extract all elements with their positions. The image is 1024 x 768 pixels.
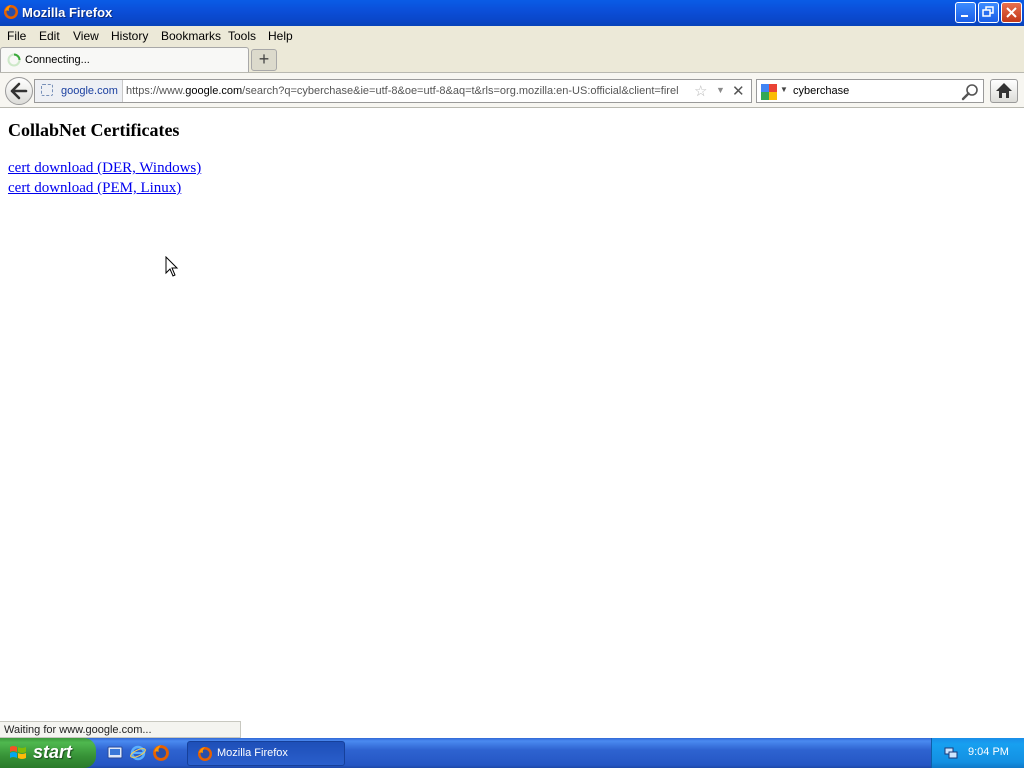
tab-strip: Connecting... +: [0, 46, 1024, 72]
back-button[interactable]: [5, 77, 33, 105]
windows-flag-icon: [10, 746, 26, 759]
status-bar: Waiting for www.google.com...: [0, 721, 241, 738]
restore-button[interactable]: [978, 2, 999, 23]
tab-active[interactable]: Connecting...: [0, 47, 249, 72]
site-identity-button[interactable]: google.com: [35, 80, 123, 102]
taskbar-item-firefox[interactable]: Mozilla Firefox: [187, 741, 345, 766]
back-arrow-icon: [10, 82, 28, 100]
close-button[interactable]: [1001, 2, 1022, 23]
menu-tools[interactable]: Tools: [228, 29, 256, 43]
site-identity-domain: google.com: [61, 85, 118, 97]
taskbar-item-label: Mozilla Firefox: [217, 747, 288, 759]
restore-icon: [982, 6, 994, 17]
stop-icon[interactable]: ✕: [732, 82, 745, 100]
clock[interactable]: 9:04 PM: [968, 746, 1009, 758]
cert-download-der-link[interactable]: cert download (DER, Windows): [8, 160, 201, 177]
window-title-bar[interactable]: Mozilla Firefox: [0, 0, 1024, 26]
bookmark-star-icon[interactable]: ☆: [694, 82, 707, 100]
taskbar: start Mozilla Firefox 9:04 PM: [0, 738, 1024, 768]
quicklaunch-show-desktop-icon[interactable]: [106, 744, 124, 762]
search-bar[interactable]: ▼ cyberchase: [756, 79, 984, 103]
start-button[interactable]: start: [0, 738, 96, 768]
tab-label: Connecting...: [25, 54, 90, 66]
site-identity-icon: [41, 84, 53, 96]
menu-bar: File Edit View History Bookmarks Tools H…: [0, 26, 1024, 46]
loading-spinner-icon: [7, 53, 21, 67]
window-title: Mozilla Firefox: [22, 5, 113, 20]
page-heading: CollabNet Certificates: [8, 120, 180, 140]
search-input[interactable]: cyberchase: [793, 85, 849, 97]
menu-view[interactable]: View: [73, 29, 99, 43]
home-button[interactable]: [990, 79, 1018, 103]
page-content: CollabNet Certificates cert download (DE…: [0, 108, 1024, 721]
network-icon[interactable]: [944, 746, 958, 760]
url-history-dropdown-icon[interactable]: ▼: [716, 85, 725, 95]
plus-icon: +: [258, 49, 270, 69]
cert-download-pem-link[interactable]: cert download (PEM, Linux): [8, 180, 181, 197]
url-prefix: https://www.: [126, 85, 186, 97]
search-icon[interactable]: [961, 83, 979, 101]
google-engine-icon[interactable]: [761, 84, 777, 100]
mouse-cursor-icon: [165, 256, 179, 277]
navigation-bar: google.com https://www.google.com/search…: [0, 72, 1024, 108]
close-icon: [1006, 7, 1017, 18]
firefox-icon: [4, 5, 18, 19]
firefox-icon: [198, 747, 212, 761]
url-path: /search?q=cyberchase&ie=utf-8&oe=utf-8&a…: [242, 85, 679, 97]
quicklaunch-firefox-icon[interactable]: [152, 744, 170, 762]
menu-help[interactable]: Help: [268, 29, 293, 43]
status-text: Waiting for www.google.com...: [4, 724, 152, 736]
menu-history[interactable]: History: [111, 29, 148, 43]
engine-dropdown-icon[interactable]: ▼: [780, 85, 788, 94]
minimize-button[interactable]: [955, 2, 976, 23]
home-icon: [996, 83, 1012, 98]
new-tab-button[interactable]: +: [251, 49, 277, 71]
url-bar[interactable]: google.com https://www.google.com/search…: [34, 79, 752, 103]
menu-file[interactable]: File: [7, 29, 26, 43]
url-text[interactable]: https://www.google.com/search?q=cybercha…: [126, 85, 688, 97]
quicklaunch-internet-explorer-icon[interactable]: [129, 744, 147, 762]
menu-bookmarks[interactable]: Bookmarks: [161, 29, 221, 43]
system-tray: 9:04 PM: [931, 738, 1024, 768]
minimize-icon: [961, 15, 968, 17]
menu-edit[interactable]: Edit: [39, 29, 60, 43]
url-host: google.com: [185, 85, 243, 97]
start-label: start: [33, 742, 73, 762]
